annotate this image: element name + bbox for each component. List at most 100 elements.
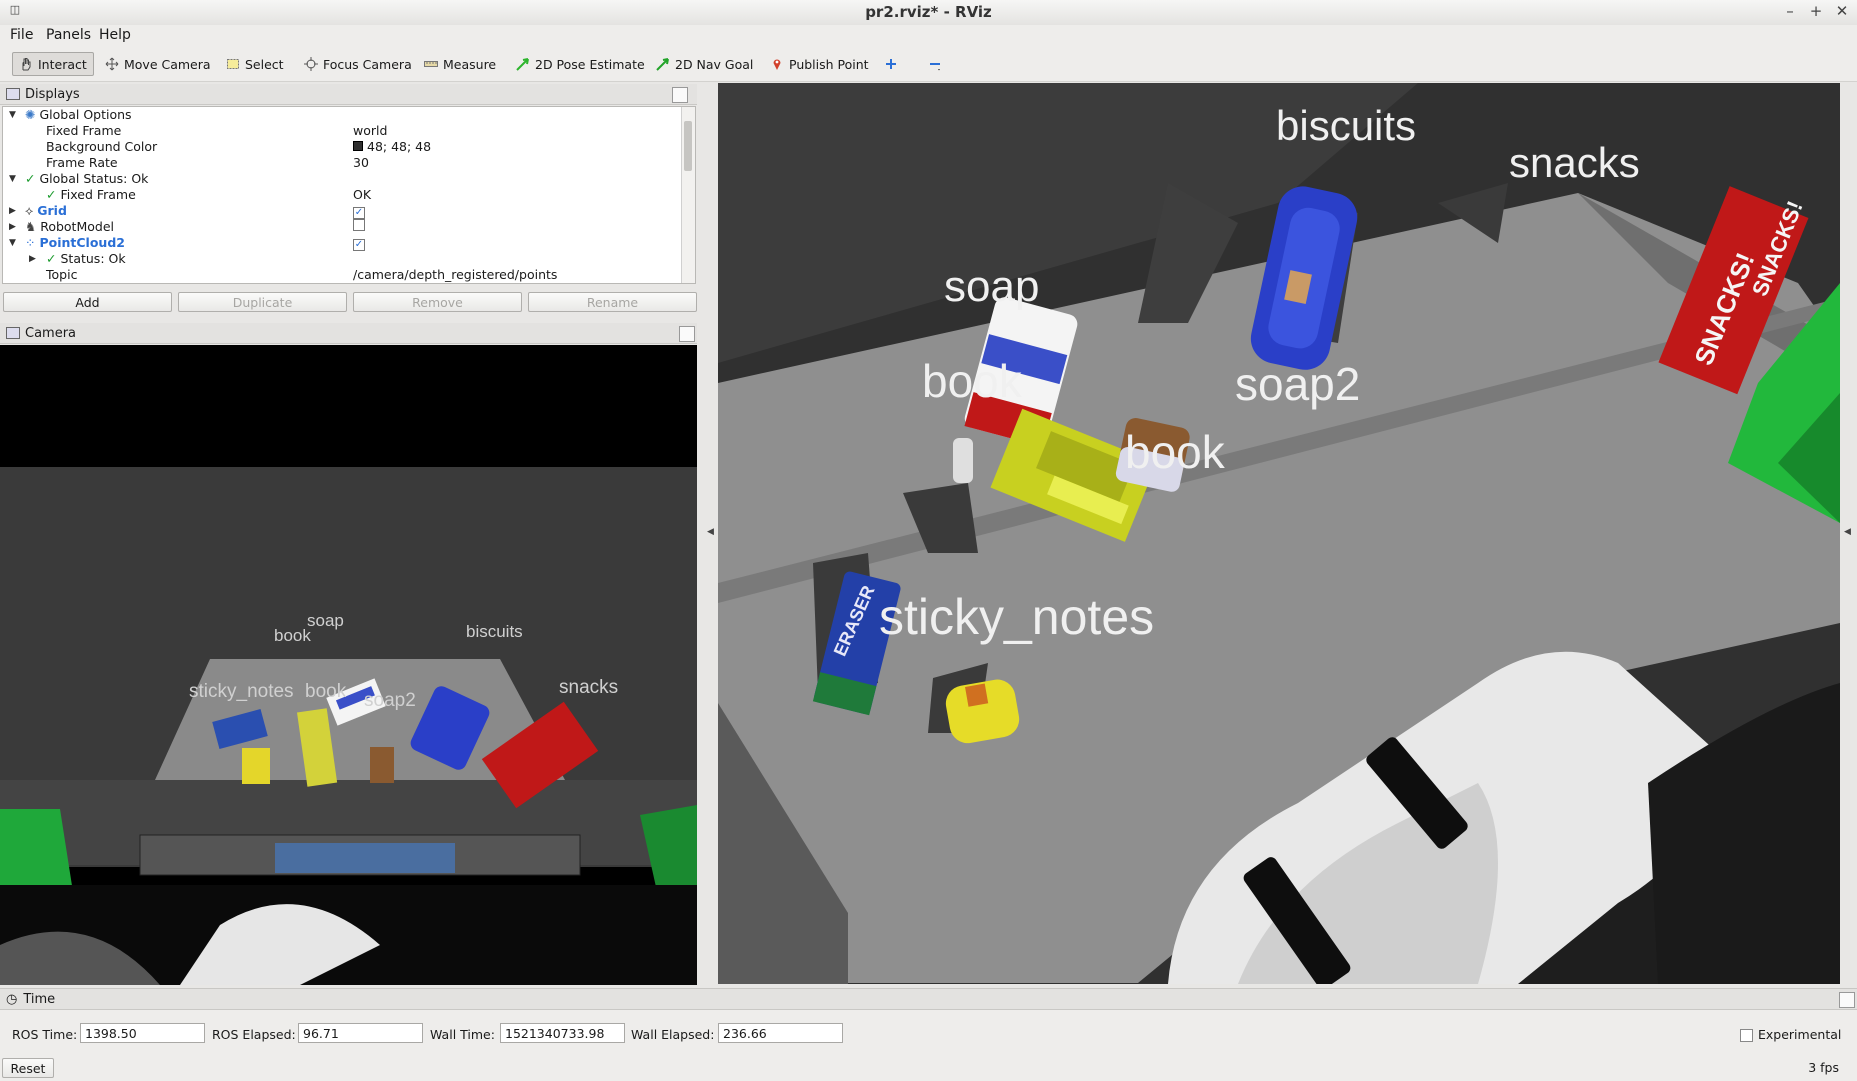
pose-arrow-icon [516, 58, 529, 71]
move-camera-icon [105, 57, 119, 71]
select-tool[interactable]: Select [220, 52, 290, 76]
camera-float-button[interactable] [679, 326, 695, 342]
nav-goal-tool[interactable]: 2D Nav Goal [650, 52, 759, 76]
focus-camera-icon [304, 57, 318, 71]
interact-tool[interactable]: Interact [12, 52, 94, 76]
nav-goal-icon [656, 58, 669, 71]
ros-elapsed-label: ROS Elapsed: [212, 1027, 296, 1042]
scene-label-book-2: book [1125, 426, 1226, 478]
ros-elapsed-field[interactable]: 96.71 [298, 1023, 423, 1043]
splitter-left-arrow-icon[interactable]: ◀ [707, 527, 714, 537]
tree-value[interactable]: 48; 48; 48 [367, 139, 431, 154]
close-icon[interactable]: ✕ [1833, 2, 1851, 20]
menu-help[interactable]: Help [99, 27, 131, 43]
tree-scrollbar[interactable] [681, 107, 695, 283]
tree-key: Status: Ok [60, 251, 126, 266]
publish-point-label: Publish Point [789, 56, 869, 72]
expand-arrow-icon[interactable]: ▶ [29, 251, 36, 267]
experimental-checkbox[interactable] [1740, 1029, 1753, 1042]
tree-row-global-status[interactable]: ▼ ✓ Global Status: Ok [3, 171, 683, 187]
tree-row-robotmodel[interactable]: ▶ ♞ RobotModel [3, 219, 683, 235]
checkmark-icon: ✓ [25, 171, 36, 186]
publish-point-tool[interactable]: Publish Point [764, 52, 875, 76]
tree-row-background-color[interactable]: Background Color 48; 48; 48 [3, 139, 683, 155]
gear-icon: ✺ [25, 107, 36, 122]
robotmodel-checkbox[interactable] [353, 219, 365, 231]
camera-view[interactable]: soap book biscuits sticky_notes book soa… [0, 345, 697, 985]
tree-row-pointcloud-status[interactable]: ▶ ✓ Status: Ok [3, 251, 683, 267]
expand-arrow-icon[interactable]: ▶ [9, 219, 16, 235]
plus-icon [886, 59, 896, 69]
time-title: Time [23, 991, 56, 1007]
remove-tool-button[interactable] [922, 52, 953, 76]
camera-label-biscuits: biscuits [466, 622, 523, 641]
pointcloud2-checkbox[interactable]: ✓ [353, 239, 365, 251]
tree-row-grid[interactable]: ▶ ⟡ Grid ✓ [3, 203, 683, 219]
camera-label-soap: soap [307, 611, 344, 630]
checkmark-icon: ✓ [46, 187, 57, 202]
pin-icon [773, 59, 781, 70]
color-swatch[interactable] [353, 141, 363, 151]
add-tool-button[interactable] [878, 52, 909, 76]
menu-file[interactable]: File [10, 27, 33, 43]
pose-estimate-tool[interactable]: 2D Pose Estimate [510, 52, 651, 76]
maximize-icon[interactable]: + [1807, 2, 1825, 20]
camera-image: soap book biscuits sticky_notes book soa… [0, 345, 697, 985]
camera-title: Camera [25, 325, 77, 341]
focus-camera-tool[interactable]: Focus Camera [298, 52, 418, 76]
expand-arrow-icon[interactable]: ▶ [9, 203, 16, 219]
pointcloud-icon: ⁘ [25, 235, 36, 250]
measure-label: Measure [443, 56, 497, 72]
tree-row-frame-rate[interactable]: Frame Rate 30 [3, 155, 683, 171]
measure-tool[interactable]: Measure [418, 52, 502, 76]
scene-label-soap: soap [944, 262, 1039, 311]
collapse-arrow-icon[interactable]: ▼ [9, 235, 16, 251]
reset-button[interactable]: Reset [2, 1058, 54, 1078]
add-button[interactable]: Add [3, 292, 172, 312]
render-3d-view[interactable]: SNACKS! SNACKS! ERASER biscuits snacks s… [718, 83, 1840, 984]
camera-label-book-2: book [305, 681, 347, 702]
menu-panels[interactable]: Panels [46, 27, 91, 43]
ros-time-field[interactable]: 1398.50 [80, 1023, 205, 1043]
tree-key: Topic [46, 267, 78, 282]
remove-button[interactable]: Remove [353, 292, 522, 312]
camera-header: Camera [0, 323, 697, 344]
collapse-arrow-icon[interactable]: ▼ [9, 107, 16, 123]
displays-float-button[interactable] [672, 87, 688, 103]
move-camera-tool[interactable]: Move Camera [99, 52, 217, 76]
minimize-icon[interactable]: – [1781, 2, 1799, 20]
tree-value: OK [353, 187, 372, 202]
tree-key: Global Status: Ok [39, 171, 149, 186]
duplicate-button[interactable]: Duplicate [178, 292, 347, 312]
camera-label-snacks: snacks [559, 677, 618, 698]
small-bottle [953, 438, 973, 483]
tree-row-global-options[interactable]: ▼ ✺ Global Options [3, 107, 683, 123]
wall-elapsed-field[interactable]: 236.66 [718, 1023, 843, 1043]
tree-row-pointcloud2[interactable]: ▼ ⁘ PointCloud2 ✓ [3, 235, 683, 251]
collapse-arrow-icon[interactable]: ▼ [9, 171, 16, 187]
toolbar: Interact Move Camera Select Focus Camera… [0, 47, 1857, 82]
scrollbar-thumb[interactable] [684, 121, 692, 171]
hand-icon [22, 58, 31, 71]
splitter-right-arrow-icon[interactable]: ◀ [1844, 527, 1851, 537]
wall-time-field[interactable]: 1521340733.98 [500, 1023, 625, 1043]
tree-key: RobotModel [40, 219, 114, 234]
displays-tree[interactable]: ▼ ✺ Global Options Fixed Frame world Bac… [2, 106, 696, 284]
rename-button[interactable]: Rename [528, 292, 697, 312]
tree-value[interactable]: /camera/depth_registered/points [353, 267, 557, 283]
time-float-button[interactable] [1839, 992, 1855, 1008]
scene-label-book: book [922, 355, 1023, 407]
tree-value[interactable]: world [353, 123, 387, 139]
tree-key: Grid [37, 203, 67, 218]
tree-key: Background Color [46, 139, 158, 154]
tree-row-fixed-frame[interactable]: Fixed Frame world [3, 123, 683, 139]
tree-row-topic[interactable]: Topic /camera/depth_registered/points [3, 267, 683, 283]
ruler-icon [424, 61, 438, 67]
grid-checkbox[interactable]: ✓ [353, 207, 365, 219]
title-bar: ◫ pr2.rviz* - RViz – + ✕ [0, 0, 1857, 26]
tree-row-status-fixed-frame[interactable]: ✓ Fixed Frame OK [3, 187, 683, 203]
grid-icon: ⟡ [25, 203, 34, 218]
scene-label-soap2: soap2 [1235, 358, 1360, 410]
interact-label: Interact [38, 56, 87, 72]
tree-value[interactable]: 30 [353, 155, 369, 171]
